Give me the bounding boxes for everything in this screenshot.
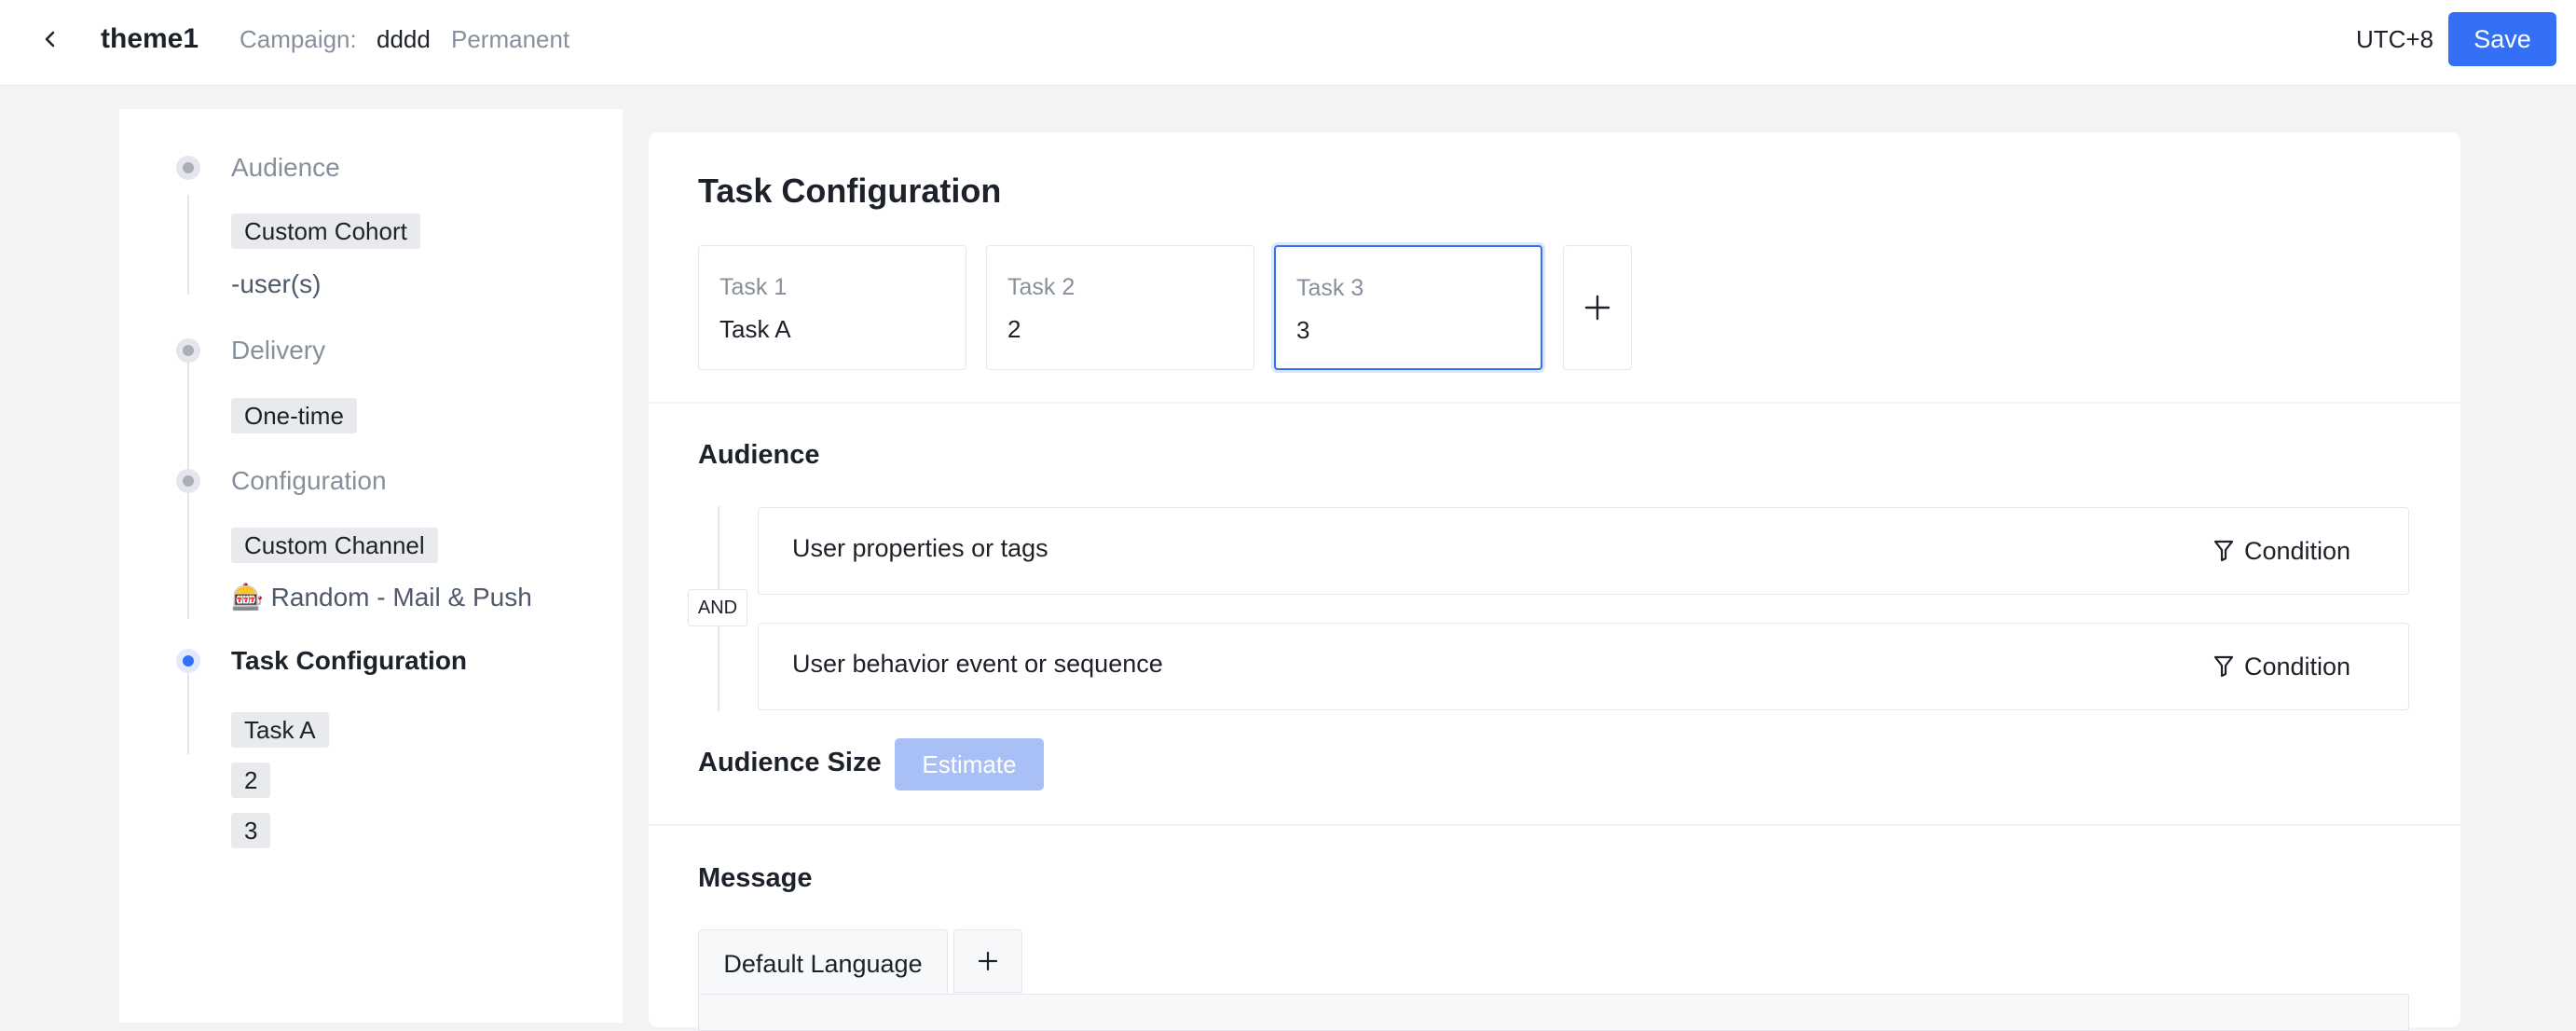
task-card-label: Task 1 xyxy=(719,274,788,300)
step-dot-audience xyxy=(176,156,200,180)
filter-label: User behavior event or sequence xyxy=(792,650,1163,678)
main-panel: Task Configuration Task 1 Task A Task 2 … xyxy=(649,132,2460,1031)
task-tag: Task A xyxy=(231,712,329,748)
task-tag: 2 xyxy=(231,763,271,798)
section-divider xyxy=(649,402,2460,404)
task-card-label: Task 2 xyxy=(1007,274,1076,300)
delivery-type-tag: One-time xyxy=(231,398,357,433)
task-card-value: Task A xyxy=(719,315,791,343)
campaign-name: dddd xyxy=(377,25,431,53)
condition-label: Condition xyxy=(2244,536,2351,565)
step-delivery[interactable]: Delivery xyxy=(231,334,325,367)
condition-label: Condition xyxy=(2244,652,2351,680)
top-bar: theme1 Campaign: dddd Permanent UTC+8 Sa… xyxy=(0,0,2576,86)
save-button[interactable]: Save xyxy=(2448,12,2556,66)
filter-icon xyxy=(2213,655,2234,678)
chevron-left-icon xyxy=(45,31,55,48)
and-logic-toggle[interactable]: AND xyxy=(688,589,747,626)
add-condition-button[interactable]: Condition xyxy=(2213,532,2350,570)
add-language-button[interactable] xyxy=(953,929,1022,993)
step-connector xyxy=(187,195,189,295)
step-audience[interactable]: Audience xyxy=(231,151,340,185)
back-button[interactable] xyxy=(34,22,67,56)
audience-cohort-tag: Custom Cohort xyxy=(231,213,420,249)
step-navigation: Audience Custom Cohort -user(s) Delivery… xyxy=(119,109,623,1023)
task-card-label: Task 3 xyxy=(1296,275,1364,301)
task-card[interactable]: Task 1 Task A xyxy=(698,245,966,370)
plus-icon xyxy=(1584,295,1610,321)
task-card-value: 2 xyxy=(1007,315,1021,343)
step-connector xyxy=(187,483,189,619)
audience-section-title: Audience xyxy=(698,440,820,470)
user-properties-filter: User properties or tags Condition xyxy=(758,507,2409,595)
step-dot-configuration xyxy=(176,469,200,493)
task-configuration-title: Task Configuration xyxy=(698,172,1002,210)
page-title: theme1 xyxy=(101,23,199,54)
add-task-button[interactable] xyxy=(1563,245,1632,370)
configuration-channel-tag: Custom Channel xyxy=(231,528,438,563)
configuration-channel-name: 🎰 Random - Mail & Push xyxy=(231,583,532,612)
step-task-configuration[interactable]: Task Configuration xyxy=(231,644,467,678)
tab-default-language[interactable]: Default Language xyxy=(698,929,948,998)
task-card-value: 3 xyxy=(1296,316,1310,344)
task-tag: 3 xyxy=(231,813,271,848)
plus-icon xyxy=(978,951,998,971)
step-dot-delivery xyxy=(176,338,200,363)
timezone-label: UTC+8 xyxy=(2356,25,2434,53)
language-content-panel xyxy=(698,994,2409,1031)
step-dot-task-configuration xyxy=(176,649,200,673)
estimate-button[interactable]: Estimate xyxy=(895,738,1044,790)
campaign-type: Permanent xyxy=(451,25,570,53)
section-divider xyxy=(649,824,2460,826)
filter-icon xyxy=(2213,540,2234,562)
campaign-label: Campaign: xyxy=(240,25,357,53)
message-section-title: Message xyxy=(698,863,813,893)
task-card-selected[interactable]: Task 3 3 xyxy=(1274,245,1542,370)
add-condition-button[interactable]: Condition xyxy=(2213,648,2350,685)
audience-size-label: Audience Size xyxy=(698,748,882,777)
task-card[interactable]: Task 2 2 xyxy=(986,245,1254,370)
slot-machine-icon: 🎰 xyxy=(231,583,264,612)
user-behavior-filter: User behavior event or sequence Conditio… xyxy=(758,623,2409,710)
step-connector xyxy=(187,661,189,754)
audience-user-count: -user(s) xyxy=(231,269,322,298)
step-configuration[interactable]: Configuration xyxy=(231,464,387,498)
filter-label: User properties or tags xyxy=(792,534,1048,562)
